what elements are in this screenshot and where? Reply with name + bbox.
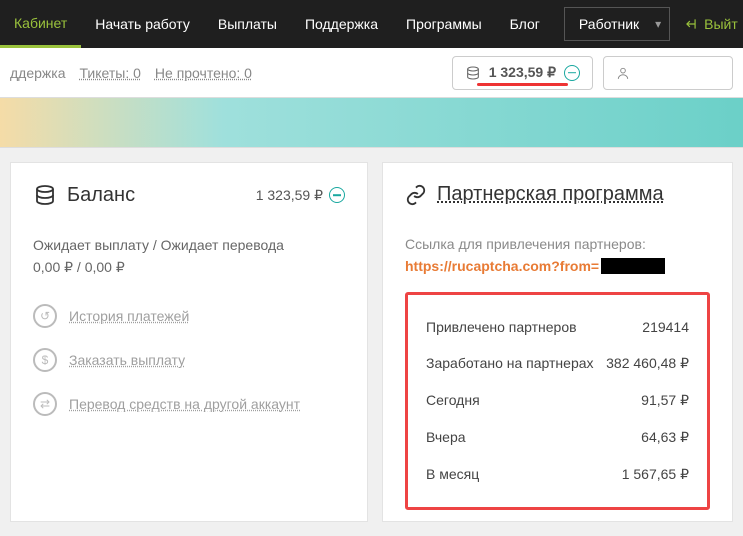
stat-label: Сегодня: [426, 392, 480, 409]
transfer-label: Перевод средств на другой аккаунт: [69, 396, 300, 412]
history-label: История платежей: [69, 308, 189, 324]
transfer-link[interactable]: ⇄ Перевод средств на другой аккаунт: [33, 392, 345, 416]
history-icon: ↺: [33, 304, 57, 328]
stat-row-referrals: Привлечено партнеров 219414: [426, 309, 689, 345]
stat-value: 91,57 ₽: [641, 392, 689, 409]
role-select[interactable]: Работник ▾: [564, 7, 670, 41]
dollar-icon: $: [33, 348, 57, 372]
nav-blog[interactable]: Блог: [496, 0, 554, 48]
stat-value: 64,63 ₽: [641, 429, 689, 446]
partner-title[interactable]: Партнерская программа: [437, 183, 664, 206]
link-icon: [405, 184, 427, 206]
transfer-icon: ⇄: [33, 392, 57, 416]
coins-icon: [33, 183, 57, 207]
user-icon: [616, 66, 630, 80]
sub-nav: ддержка Тикеты: 0 Не прочтено: 0 1 323,5…: [0, 48, 743, 98]
ref-link[interactable]: https://rucaptcha.com?from=: [405, 258, 710, 274]
minus-circle-icon: [564, 65, 580, 81]
stat-value: 382 460,48 ₽: [606, 355, 689, 372]
logout-icon: [684, 17, 698, 31]
request-payout-link[interactable]: $ Заказать выплату: [33, 348, 345, 372]
sub-support-text: ддержка: [10, 65, 66, 81]
pending-value: 0,00 ₽ / 0,00 ₽: [33, 259, 345, 276]
logout-button[interactable]: Выйт: [684, 16, 738, 32]
stat-row-yesterday: Вчера 64,63 ₽: [426, 419, 689, 456]
stat-label: Привлечено партнеров: [426, 319, 577, 335]
minus-circle-icon[interactable]: [329, 187, 345, 203]
stat-value: 219414: [642, 319, 689, 335]
partner-stats-box: Привлечено партнеров 219414 Заработано н…: [405, 292, 710, 510]
user-pill[interactable]: [603, 56, 733, 90]
coins-icon: [465, 65, 481, 81]
top-nav: Кабинет Начать работу Выплаты Поддержка …: [0, 0, 743, 48]
chevron-down-icon: ▾: [655, 17, 661, 31]
redacted-box: [601, 258, 665, 274]
nav-cabinet[interactable]: Кабинет: [0, 0, 81, 48]
nav-payouts[interactable]: Выплаты: [204, 0, 291, 48]
stat-label: Вчера: [426, 429, 466, 446]
stat-label: В месяц: [426, 466, 479, 483]
logout-label: Выйт: [704, 16, 738, 32]
nav-start[interactable]: Начать работу: [81, 0, 204, 48]
role-label: Работник: [579, 16, 639, 32]
ref-link-text: https://rucaptcha.com?from=: [405, 258, 599, 274]
balance-pill-value: 1 323,59 ₽: [489, 64, 556, 81]
balance-value: 1 323,59 ₽: [256, 187, 323, 204]
request-label: Заказать выплату: [69, 352, 185, 368]
stat-row-earned: Заработано на партнерах 382 460,48 ₽: [426, 345, 689, 382]
partner-card: Партнерская программа Ссылка для привлеч…: [382, 162, 733, 522]
nav-support[interactable]: Поддержка: [291, 0, 392, 48]
balance-card: Баланс 1 323,59 ₽ Ожидает выплату / Ожид…: [10, 162, 368, 522]
banner-strip: [0, 98, 743, 148]
pending-label: Ожидает выплату / Ожидает перевода: [33, 237, 345, 253]
ref-label: Ссылка для привлечения партнеров:: [405, 236, 710, 252]
unread-link[interactable]: Не прочтено: 0: [155, 65, 252, 81]
stat-row-month: В месяц 1 567,65 ₽: [426, 456, 689, 493]
stat-label: Заработано на партнерах: [426, 355, 594, 372]
tickets-link[interactable]: Тикеты: 0: [80, 65, 141, 81]
nav-programs[interactable]: Программы: [392, 0, 496, 48]
history-link[interactable]: ↺ История платежей: [33, 304, 345, 328]
balance-title: Баланс: [67, 184, 135, 207]
stat-row-today: Сегодня 91,57 ₽: [426, 382, 689, 419]
stat-value: 1 567,65 ₽: [622, 466, 689, 483]
balance-pill[interactable]: 1 323,59 ₽: [452, 56, 593, 90]
